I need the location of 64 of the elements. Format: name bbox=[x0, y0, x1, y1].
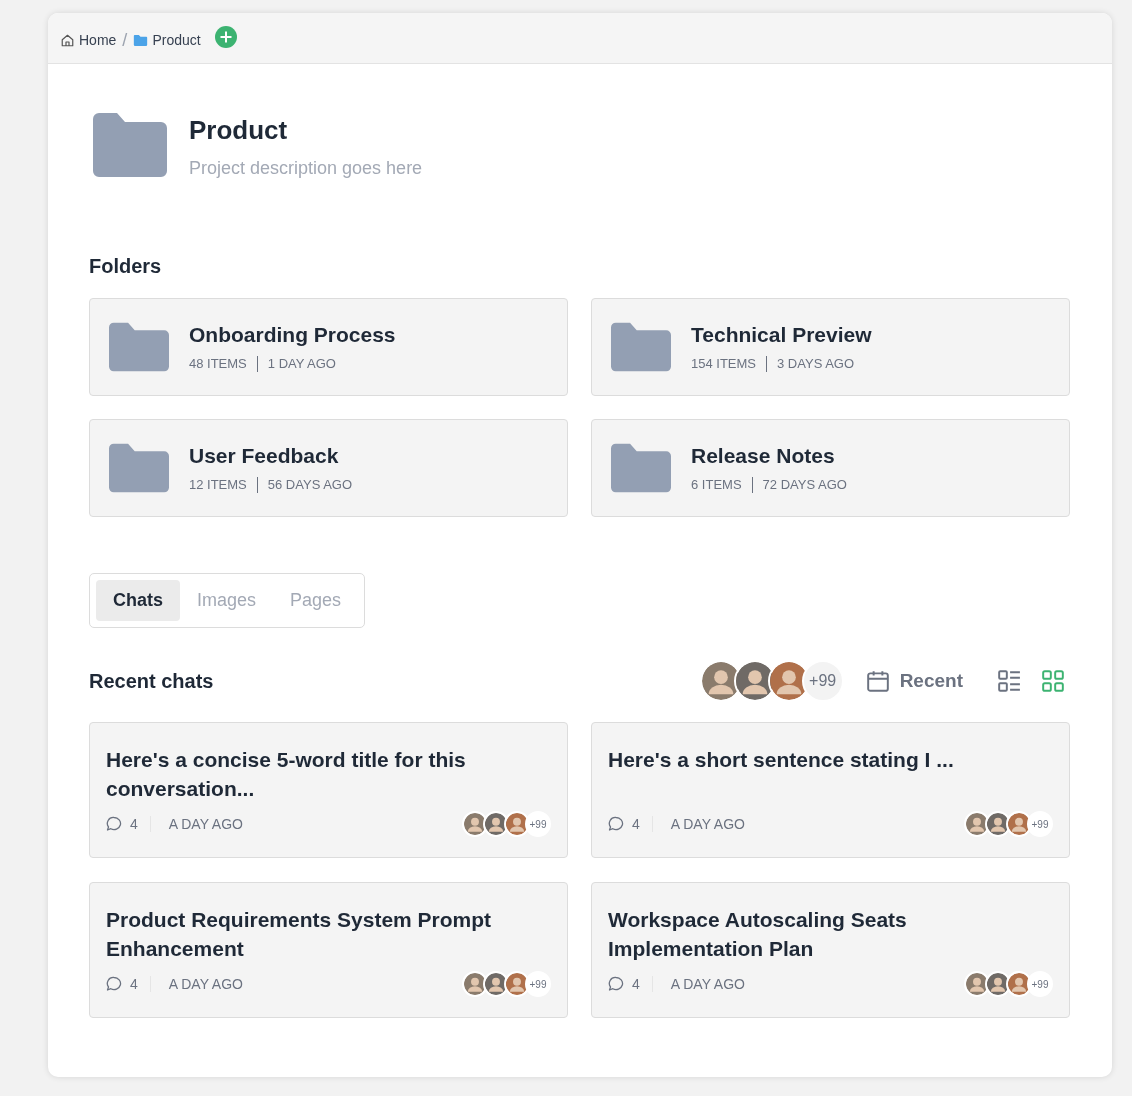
folder-card[interactable]: Release Notes 6 ITEMS 72 DAYS AGO bbox=[591, 419, 1070, 517]
breadcrumb-separator: / bbox=[122, 29, 128, 51]
updated-time: A DAY AGO bbox=[670, 976, 745, 992]
comment-count: 4 bbox=[130, 816, 151, 832]
section-heading: Recent chats bbox=[89, 669, 214, 693]
comment-count: 4 bbox=[130, 976, 151, 992]
project-description: Project description goes here bbox=[189, 158, 423, 179]
item-count: 12 ITEMS bbox=[189, 477, 247, 492]
breadcrumb-link[interactable]: Home bbox=[60, 32, 117, 48]
folder-card[interactable]: Technical Preview 154 ITEMS 3 DAYS AGO bbox=[591, 298, 1070, 396]
member-count: +99 bbox=[1027, 971, 1053, 997]
comment-icon bbox=[106, 976, 122, 992]
folder-card[interactable]: User Feedback 12 ITEMS 56 DAYS AGO bbox=[89, 419, 568, 517]
folder-name: Onboarding Process bbox=[189, 322, 396, 347]
folder-icon bbox=[109, 443, 169, 493]
member-count: +99 bbox=[525, 811, 551, 837]
updated-time: 56 DAYS AGO bbox=[267, 477, 353, 492]
chat-title: Here's a short sentence stating I ... bbox=[608, 747, 955, 773]
updated-time: A DAY AGO bbox=[670, 816, 745, 832]
folder-card[interactable]: Onboarding Process 48 ITEMS 1 DAY AGO bbox=[89, 298, 568, 396]
comment-icon bbox=[608, 976, 624, 992]
plus-icon bbox=[214, 26, 237, 48]
chat-title: Workspace Autoscaling Seats Implementation Plan bbox=[608, 907, 908, 962]
updated-time: 72 DAYS AGO bbox=[762, 477, 847, 492]
comment-icon bbox=[608, 816, 624, 832]
chat-card[interactable]: Workspace Autoscaling Seats Implementation Plan 4 A DAY AGO +99 bbox=[591, 882, 1070, 1018]
section-heading: Folders bbox=[89, 255, 163, 278]
updated-time: 1 DAY AGO bbox=[267, 356, 336, 371]
folder-name: Release Notes bbox=[691, 443, 836, 468]
member-count: +99 bbox=[801, 660, 844, 702]
comment-icon bbox=[106, 816, 122, 832]
member-count: +99 bbox=[1027, 811, 1053, 837]
folder-icon bbox=[109, 322, 169, 372]
folder-name: Technical Preview bbox=[691, 322, 872, 347]
view-toggle[interactable] bbox=[1041, 669, 1065, 693]
grid-view-icon bbox=[1041, 669, 1065, 693]
project-title: Product bbox=[189, 115, 289, 146]
calendar-icon bbox=[865, 669, 890, 693]
updated-time: A DAY AGO bbox=[168, 816, 243, 832]
home-icon bbox=[60, 32, 75, 48]
tab[interactable]: Chats bbox=[96, 580, 180, 621]
chat-title: Product Requirements System Prompt Enhancement bbox=[106, 907, 493, 962]
folder-icon bbox=[93, 113, 167, 177]
chat-card[interactable]: Here's a short sentence stating I ... 4 A DAY AGO +99 bbox=[591, 722, 1070, 858]
sort-button[interactable]: Recent bbox=[865, 669, 963, 693]
breadcrumb-link[interactable]: Product bbox=[133, 32, 201, 48]
item-count: 6 ITEMS bbox=[691, 477, 742, 492]
chat-card[interactable]: Product Requirements System Prompt Enhancement 4 A DAY AGO +99 bbox=[89, 882, 568, 1018]
folder-icon bbox=[611, 443, 671, 493]
updated-time: 3 DAYS AGO bbox=[777, 356, 855, 371]
member-count: +99 bbox=[525, 971, 551, 997]
add-button[interactable] bbox=[214, 26, 237, 48]
list-view-icon bbox=[997, 669, 1021, 693]
updated-time: A DAY AGO bbox=[168, 976, 243, 992]
comment-count: 4 bbox=[632, 976, 653, 992]
folder-icon bbox=[611, 322, 671, 372]
chat-title: Here's a concise 5-word title for this conversation... bbox=[106, 747, 467, 802]
item-count: 48 ITEMS bbox=[189, 356, 247, 371]
folder-name: User Feedback bbox=[189, 443, 340, 468]
chat-card[interactable]: Here's a concise 5-word title for this conversation... 4 A DAY AGO +99 bbox=[89, 722, 568, 858]
view-toggle[interactable] bbox=[997, 669, 1021, 693]
folder-icon bbox=[133, 32, 149, 48]
comment-count: 4 bbox=[632, 816, 653, 832]
item-count: 154 ITEMS bbox=[691, 356, 757, 371]
